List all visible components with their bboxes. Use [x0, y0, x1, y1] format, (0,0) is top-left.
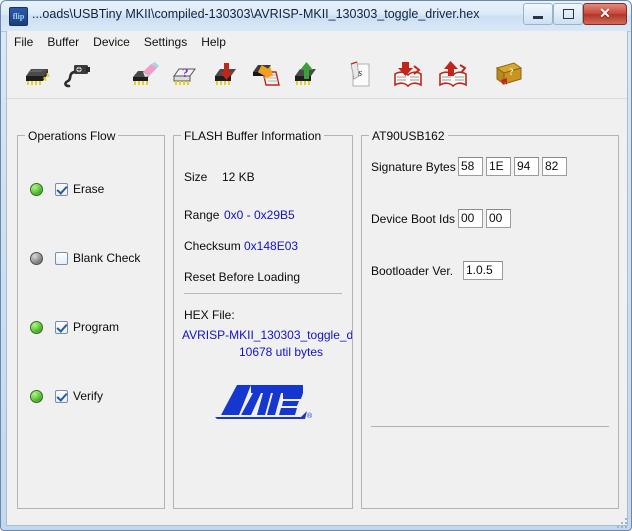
client-area: File Buffer Device Settings Help ? s ? O…: [6, 31, 628, 526]
flip-application-window: flip ...oads\USBTiny MKII\compiled-13030…: [0, 0, 632, 531]
status-led-program: [30, 320, 43, 334]
flash-divider: [184, 293, 342, 294]
verify-chip-icon[interactable]: [290, 60, 322, 90]
minimize-icon: [533, 15, 543, 19]
device-divider: [371, 426, 609, 427]
checkbox-program[interactable]: [55, 320, 68, 334]
flash-size-label: Size: [184, 170, 208, 184]
close-icon: ✕: [599, 6, 611, 22]
operation-label-blank-check: Blank Check: [73, 251, 141, 265]
device-boot-id-0[interactable]: 00: [458, 209, 483, 228]
maximize-button[interactable]: [553, 3, 583, 25]
reset-before-loading-label: Reset Before Loading: [184, 270, 301, 284]
flash-checksum-label: Checksum: [184, 239, 241, 253]
status-led-blank-check: [30, 251, 43, 265]
menu-item-settings[interactable]: Settings: [137, 33, 194, 51]
atmel-logo: ®: [207, 381, 317, 427]
hex-file-name: AVRISP-MKII_130303_toggle_driver.hex: [182, 328, 352, 342]
svg-text:s: s: [358, 67, 362, 79]
read-chip-icon[interactable]: [250, 60, 282, 90]
device-boot-id-1[interactable]: 00: [486, 209, 511, 228]
flash-buffer-title: FLASH Buffer Information: [181, 129, 325, 143]
window-title: ...oads\USBTiny MKII\compiled-130303\AVR…: [32, 7, 480, 21]
signature-bytes-label: Signature Bytes: [371, 160, 456, 174]
operations-flow-group: Operations Flow Erase Blank Check Progra…: [17, 129, 165, 509]
menu-item-device[interactable]: Device: [86, 33, 137, 51]
operation-label-erase: Erase: [73, 182, 105, 196]
new-buffer-icon[interactable]: s: [345, 60, 377, 90]
flash-checksum-value: 0x148E03: [244, 239, 299, 253]
blank-check-icon[interactable]: ?: [169, 60, 201, 90]
flash-buffer-information-group: FLASH Buffer Information Size 12 KB Rang…: [173, 129, 353, 509]
bootloader-version-label: Bootloader Ver.: [371, 264, 454, 278]
operation-label-verify: Verify: [73, 389, 104, 403]
hex-file-info: AVRISP-MKII_130303_toggle_driver.hex 106…: [182, 328, 352, 366]
minimize-button[interactable]: [523, 3, 553, 25]
status-led-erase: [30, 182, 43, 196]
device-boot-ids-label: Device Boot Ids: [371, 212, 456, 226]
operation-label-program: Program: [73, 320, 120, 334]
device-group: AT90USB162 Signature Bytes 58 1E 94 82 D…: [361, 129, 619, 509]
bootloader-version-value[interactable]: 1.0.5: [463, 261, 503, 280]
title-bar: flip ...oads\USBTiny MKII\compiled-13030…: [1, 1, 631, 32]
signature-byte-0[interactable]: 58: [458, 157, 483, 176]
flash-size-value: 12 KB: [222, 170, 255, 184]
signature-byte-3[interactable]: 82: [542, 157, 567, 176]
help-book-icon[interactable]: ?: [492, 60, 524, 90]
close-button[interactable]: ✕: [583, 3, 627, 25]
atmel-registered-mark: ®: [307, 412, 313, 420]
resize-grip[interactable]: [616, 516, 628, 528]
operation-row-program[interactable]: Program: [30, 318, 119, 336]
flash-range-label: Range: [184, 208, 220, 222]
erase-chip-icon[interactable]: [129, 60, 161, 90]
flash-range-value: 0x0 - 0x29B5: [224, 208, 295, 222]
svg-text:?: ?: [509, 67, 514, 77]
maximize-icon: [562, 9, 574, 19]
save-hex-file-icon[interactable]: [437, 60, 469, 90]
menu-item-help[interactable]: Help: [194, 33, 233, 51]
checkbox-erase[interactable]: [55, 182, 68, 196]
menu-bar: File Buffer Device Settings Help: [7, 31, 627, 53]
operation-row-verify[interactable]: Verify: [30, 387, 103, 405]
checkbox-verify[interactable]: [55, 389, 68, 403]
load-hex-file-icon[interactable]: [392, 60, 424, 90]
usb-connect-icon[interactable]: [60, 60, 92, 90]
menu-item-buffer[interactable]: Buffer: [40, 33, 86, 51]
operation-row-erase[interactable]: Erase: [30, 180, 104, 198]
hex-file-bytes: 10678 util bytes: [238, 345, 324, 359]
device-group-title: AT90USB162: [369, 129, 448, 143]
checkbox-blank-check[interactable]: [55, 251, 68, 265]
select-device-icon[interactable]: [21, 60, 53, 90]
toolbar: ? s ?: [7, 52, 627, 99]
flip-app-icon: flip: [9, 7, 28, 26]
svg-text:?: ?: [182, 65, 189, 80]
signature-byte-1[interactable]: 1E: [486, 157, 511, 176]
status-led-verify: [30, 389, 43, 403]
hex-file-label: HEX File:: [184, 308, 235, 322]
operations-flow-title: Operations Flow: [25, 129, 119, 143]
menu-item-file[interactable]: File: [7, 33, 40, 51]
program-chip-icon[interactable]: [210, 60, 242, 90]
signature-byte-2[interactable]: 94: [514, 157, 539, 176]
operation-row-blank-check[interactable]: Blank Check: [30, 249, 140, 267]
